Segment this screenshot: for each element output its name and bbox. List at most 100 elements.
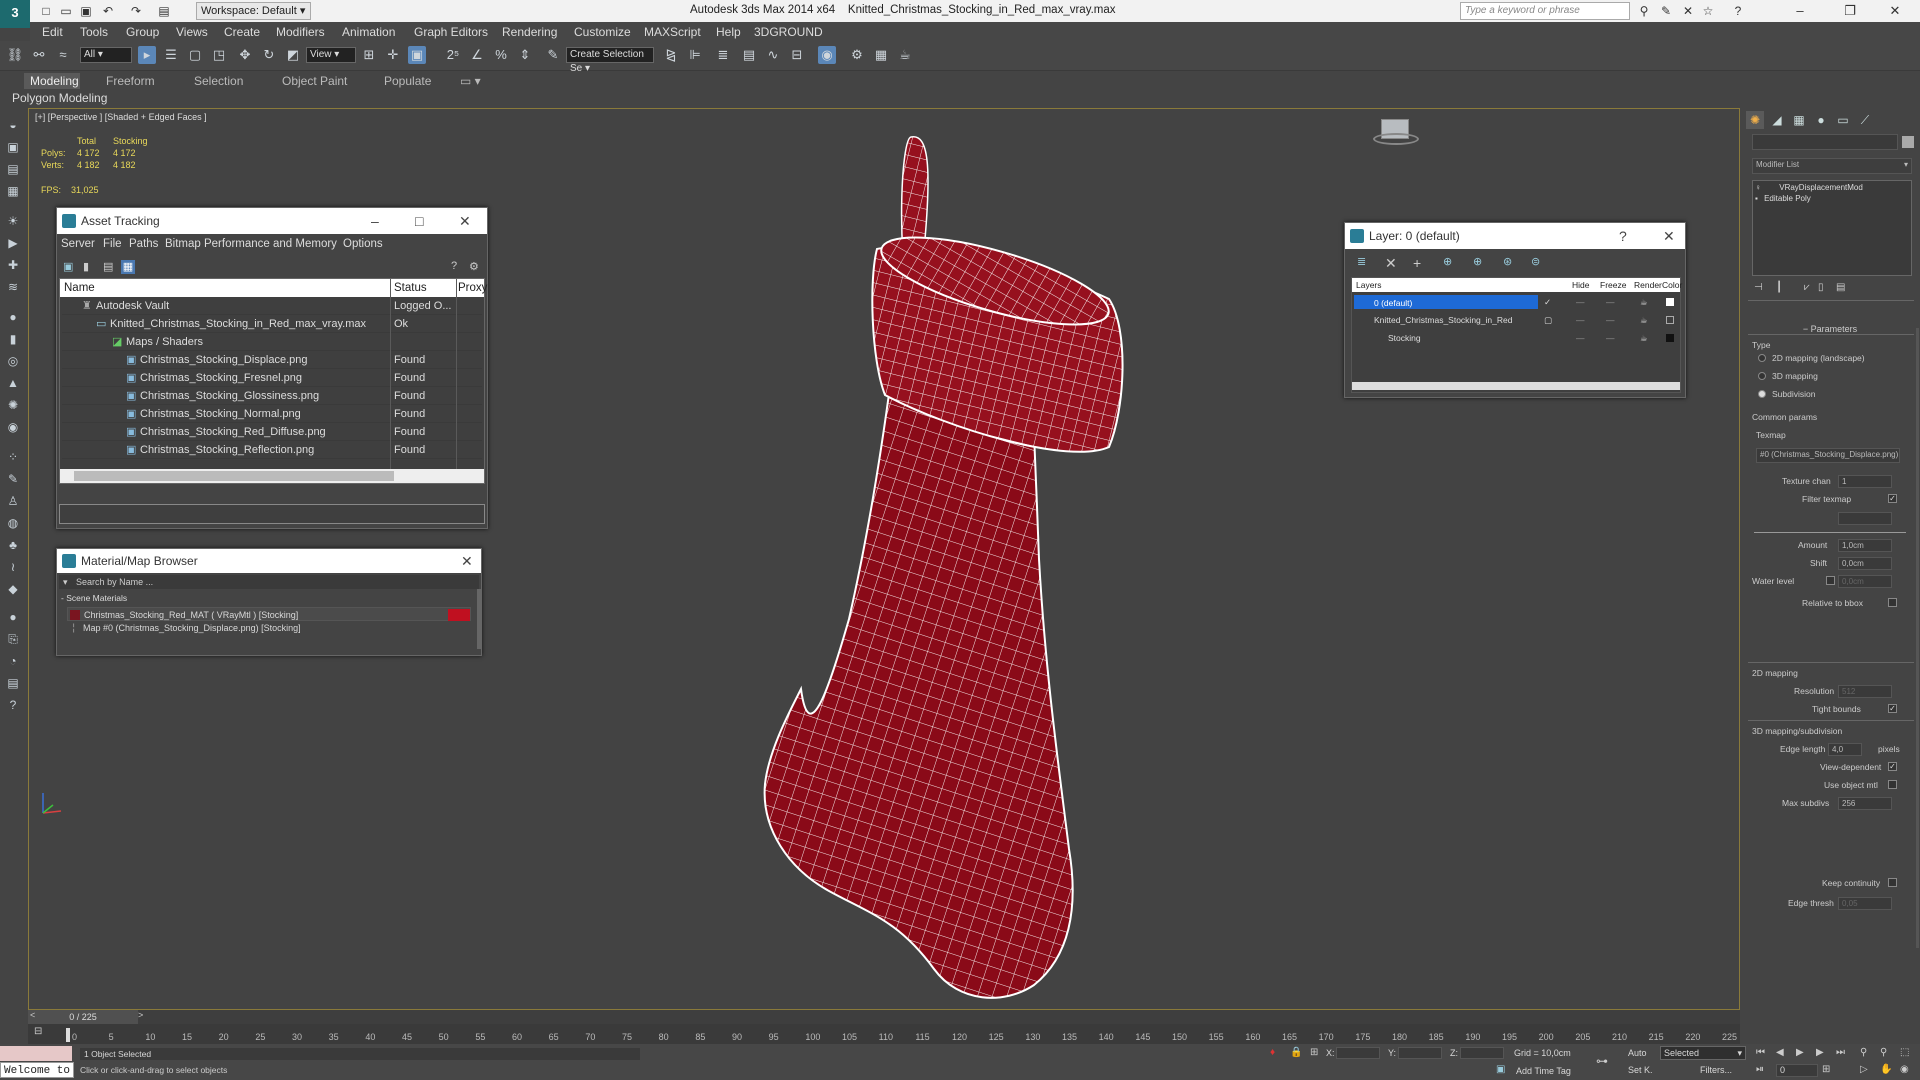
col-layers[interactable]: Layers	[1356, 278, 1382, 292]
freeze-toggle[interactable]: —	[1606, 294, 1615, 310]
go-to-end-icon[interactable]: ⏭	[1836, 1047, 1845, 1058]
schematic-view-icon[interactable]: ⊟	[788, 46, 806, 64]
help-icon-asset[interactable]: ?	[451, 260, 457, 272]
redo-icon[interactable]: ↷	[128, 3, 144, 19]
texmap-button[interactable]: #0 (Christmas_Stocking_Displace.png)	[1756, 448, 1900, 463]
layer-titlebar[interactable]: Layer: 0 (default) ? ✕	[1345, 223, 1685, 249]
edit-named-selection-icon[interactable]: ✎	[544, 46, 562, 64]
selection-filter-dropdown[interactable]: All ▾	[80, 47, 132, 63]
filter-blur-input[interactable]	[1838, 512, 1892, 525]
keyword-search-input[interactable]: Type a keyword or phrase	[1460, 2, 1630, 20]
curve-editor-icon[interactable]: ∿	[764, 46, 782, 64]
viewcube-ring[interactable]	[1373, 133, 1419, 145]
named-selection-dropdown[interactable]: Create Selection Se ▾	[566, 47, 654, 74]
key-filter-dropdown[interactable]: Selected ▾	[1660, 1046, 1746, 1060]
globe-icon[interactable]: ◍	[4, 514, 22, 532]
tight-bounds-checkbox[interactable]: ✓	[1888, 704, 1897, 713]
menu-customize[interactable]: Customize	[574, 25, 631, 39]
relative-bbox-checkbox[interactable]	[1888, 598, 1897, 607]
settings-icon-asset[interactable]: ⚙	[469, 260, 479, 273]
asset-menu-file[interactable]: File	[103, 238, 122, 250]
hide-toggle[interactable]: —	[1576, 312, 1585, 328]
helper-icon[interactable]: ✚	[4, 256, 22, 274]
biped-icon[interactable]: ♙	[4, 492, 22, 510]
x-coord-input[interactable]	[1336, 1047, 1380, 1059]
communication-icon[interactable]: ✕	[1680, 3, 1696, 19]
particles-icon[interactable]: ⁘	[4, 448, 22, 466]
pin-stack-icon[interactable]: ⊣	[1754, 282, 1763, 293]
asset-menu-options[interactable]: Options	[343, 238, 383, 250]
slider-next-icon[interactable]: >	[138, 1010, 143, 1020]
sphere-blue-icon[interactable]: ●	[4, 608, 22, 626]
table-row[interactable]: ▣ Christmas_Stocking_Normal.png Found	[62, 405, 482, 423]
asset-close-button[interactable]: ✕	[459, 208, 471, 234]
layer-row[interactable]: 0 (default) ✓ — — ☕	[1352, 294, 1680, 310]
freeze-all-layers-icon[interactable]: ⊜	[1531, 255, 1540, 268]
col-render[interactable]: Render	[1634, 278, 1662, 292]
shift-input[interactable]: 0,0cm	[1838, 557, 1892, 570]
script-icon[interactable]: ▤	[4, 674, 22, 692]
make-unique-icon[interactable]: ⩗	[1804, 282, 1810, 293]
radio-2d-mapping[interactable]	[1758, 354, 1766, 362]
menu-rendering[interactable]: Rendering	[502, 25, 557, 39]
unlink-icon[interactable]: ⚯	[30, 46, 48, 64]
menu-edit[interactable]: Edit	[42, 25, 63, 39]
asset-menu-paths[interactable]: Paths	[129, 238, 158, 250]
table-row[interactable]: ▭ Knitted_Christmas_Stocking_in_Red_max_v…	[62, 315, 482, 333]
cloth-icon[interactable]: ◆	[4, 580, 22, 598]
key-mode-icon[interactable]: ⏯	[1756, 1064, 1764, 1075]
torus-icon[interactable]: ◎	[4, 352, 22, 370]
freeze-toggle[interactable]: —	[1606, 312, 1615, 328]
asset-maximize-button[interactable]: □	[415, 208, 423, 234]
object-name-field[interactable]	[1752, 134, 1898, 150]
remove-modifier-icon[interactable]: ▯	[1818, 282, 1824, 293]
table-row[interactable]: ◪ Maps / Shaders	[62, 333, 482, 351]
col-freeze[interactable]: Freeze	[1600, 278, 1626, 292]
edge-thresh-input[interactable]: 0,05	[1838, 897, 1892, 910]
window-crossing-icon[interactable]: ◳	[210, 46, 228, 64]
search-dropdown-icon[interactable]: ▾	[59, 577, 68, 587]
table-row[interactable]: ▣ Christmas_Stocking_Fresnel.png Found	[62, 369, 482, 387]
project-folder-icon[interactable]: ▤	[156, 3, 172, 19]
clip-icon[interactable]: ⎘	[4, 630, 22, 648]
material-item[interactable]: Christmas_Stocking_Red_MAT ( VRayMtl ) […	[67, 607, 471, 621]
play-icon[interactable]: ▶	[1796, 1047, 1804, 1058]
menu-tools[interactable]: Tools	[80, 25, 108, 39]
asset-menu-bitmap-performance[interactable]: Bitmap Performance and Memory	[165, 238, 337, 250]
add-layer-icon[interactable]: +	[1413, 255, 1421, 271]
current-frame-input[interactable]: 0	[1776, 1064, 1818, 1077]
maxscript-listener-output[interactable]	[0, 1046, 72, 1061]
table-row[interactable]: ▣ Christmas_Stocking_Red_Diffuse.png Found	[62, 423, 482, 441]
create-tab-icon[interactable]: ✺	[1746, 111, 1764, 129]
tab-modeling[interactable]: Modeling	[24, 73, 80, 89]
modifier-item[interactable]: ▪ Editable Poly	[1755, 194, 1909, 204]
grid-icon[interactable]: ▦	[4, 182, 22, 200]
zoom-all-icon[interactable]: ⚲	[1880, 1047, 1887, 1058]
percent-snap-icon[interactable]: %	[492, 46, 510, 64]
mini-curve-editor-icon[interactable]: ⊟	[34, 1026, 42, 1037]
tab-selection[interactable]: Selection	[188, 73, 249, 89]
modifier-item[interactable]: ♀ VRayDisplacementMod	[1755, 183, 1909, 193]
radio-3d-mapping[interactable]	[1758, 372, 1766, 380]
render-toggle-icon[interactable]: ☕	[1640, 294, 1648, 310]
col-name[interactable]: Name	[64, 279, 95, 297]
layer-row[interactable]: Stocking — — ☕	[1352, 330, 1680, 346]
set-key-icon[interactable]: ⊶	[1596, 1054, 1608, 1068]
command-panel-scrollbar[interactable]	[1916, 328, 1919, 948]
table-view-icon[interactable]: ▦	[121, 260, 135, 274]
asset-tracking-titlebar[interactable]: Asset Tracking – □ ✕	[57, 208, 487, 234]
z-coord-input[interactable]	[1460, 1047, 1504, 1059]
workspace-dropdown[interactable]: Workspace: Default ▾	[196, 2, 311, 20]
undo-icon[interactable]: ↶	[100, 3, 116, 19]
highlight-layer-icon[interactable]: ⊕	[1473, 255, 1482, 268]
add-time-tag[interactable]: Add Time Tag	[1516, 1066, 1571, 1076]
use-object-mtl-checkbox[interactable]	[1888, 780, 1897, 789]
tab-freeform[interactable]: Freeform	[100, 73, 161, 89]
asset-path-field[interactable]	[59, 504, 485, 524]
menu-maxscript[interactable]: MAXScript	[644, 25, 701, 39]
menu-create[interactable]: Create	[224, 25, 260, 39]
object-color-swatch[interactable]	[1902, 136, 1914, 148]
view-dependent-checkbox[interactable]: ✓	[1888, 762, 1897, 771]
menu-3dground[interactable]: 3DGROUND	[754, 25, 823, 39]
water-level-input[interactable]: 0,0cm	[1838, 575, 1892, 588]
